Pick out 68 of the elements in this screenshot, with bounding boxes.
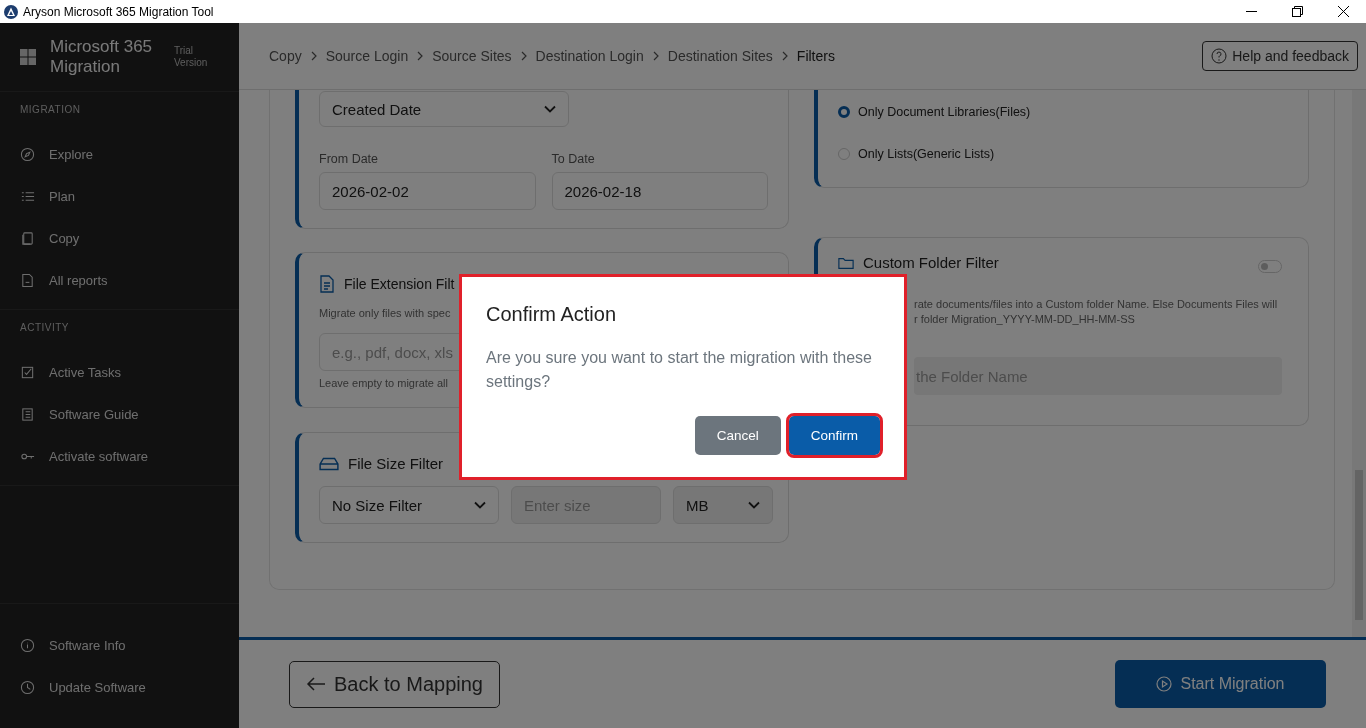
arrow-left-icon	[306, 677, 326, 691]
document-icon	[20, 272, 35, 288]
size-mode-select[interactable]: No Size Filter	[319, 486, 499, 524]
card-description: rate documents/files into a Custom folder Name. Else Documents Files will r folder Migration_YYYY-MM-DD_HH-MM-SS	[914, 297, 1279, 327]
restore-icon	[1291, 6, 1303, 17]
card-description: Migrate only files with spec	[319, 307, 451, 319]
breadcrumb[interactable]: Source Sites	[432, 48, 512, 64]
section-heading: MIGRATION	[19, 104, 82, 115]
edition-label: Trial Version	[174, 45, 209, 69]
chevron-right-icon	[519, 51, 528, 61]
back-button[interactable]: Back to Mapping	[289, 660, 500, 708]
chevron-right-icon	[651, 51, 660, 61]
clock-icon	[20, 679, 35, 695]
confirm-button[interactable]: Confirm	[788, 415, 880, 455]
chevron-down-icon	[544, 105, 556, 113]
breadcrumb[interactable]: Destination Login	[535, 48, 644, 64]
help-button[interactable]: Help and feedback	[1202, 41, 1358, 71]
info-icon	[20, 637, 35, 653]
cancel-button[interactable]: Cancel	[694, 415, 781, 455]
radio-option[interactable]: Only Lists(Generic Lists)	[838, 133, 1288, 175]
card-title: File Extension Filt	[344, 276, 455, 292]
card-title: File Size Filter	[348, 455, 444, 472]
toggle-switch[interactable]	[1258, 260, 1282, 273]
help-icon	[1211, 48, 1228, 64]
notebook-icon	[20, 406, 35, 422]
window-title: Aryson Microsoft 365 Migration Tool	[23, 4, 215, 19]
breadcrumb[interactable]: Filters	[796, 48, 835, 64]
field-hint: Leave empty to migrate all	[319, 377, 448, 389]
sidebar-item[interactable]: Update Software	[0, 666, 239, 708]
pages-icon	[20, 230, 35, 246]
sidebar-item[interactable]: Copy	[0, 217, 239, 259]
card-title: Custom Folder Filter	[863, 254, 999, 271]
dialog-message: Are you sure you want to start the migration with these settings?	[486, 347, 873, 392]
scrollbar[interactable]	[1352, 90, 1366, 637]
sidebar-item[interactable]: Software Info	[0, 624, 239, 666]
chevron-down-icon	[748, 501, 760, 509]
sidebar-item[interactable]: All reports	[0, 259, 239, 301]
chevron-right-icon	[416, 51, 425, 61]
drive-icon	[319, 456, 339, 471]
grid-icon	[20, 49, 36, 65]
dialog-title: Confirm Action	[486, 302, 618, 326]
play-icon	[1156, 676, 1173, 692]
chevron-right-icon	[780, 51, 789, 61]
sidebar-item[interactable]: Active Tasks	[0, 351, 239, 393]
app-logo-icon	[4, 4, 18, 19]
field-label: From Date	[319, 152, 380, 166]
from-date-field[interactable]: 2026-02-02	[319, 172, 536, 210]
section-heading: ACTIVITY	[19, 322, 70, 333]
start-migration-button[interactable]: Start Migration	[1115, 660, 1326, 708]
sidebar-item[interactable]: Plan	[0, 175, 239, 217]
breadcrumb[interactable]: Copy	[269, 48, 302, 64]
sidebar-item[interactable]: Activate software	[0, 435, 239, 477]
chevron-down-icon	[474, 501, 486, 509]
date-type-select[interactable]: Created Date	[319, 91, 569, 127]
document-icon	[319, 275, 335, 293]
radio-option[interactable]: Only Document Libraries(Files)	[838, 91, 1288, 133]
sidebar-item[interactable]: Explore	[0, 133, 239, 175]
radio-button[interactable]	[838, 106, 850, 118]
field-label: To Date	[551, 152, 596, 166]
chevron-right-icon	[309, 51, 318, 61]
close-icon	[1337, 6, 1349, 17]
compass-icon	[20, 146, 35, 162]
breadcrumb[interactable]: Source Login	[325, 48, 409, 64]
sidebar-item[interactable]: Software Guide	[0, 393, 239, 435]
to-date-field[interactable]: 2026-02-18	[551, 172, 768, 210]
checkbox-icon	[20, 364, 35, 380]
breadcrumb[interactable]: Destination Sites	[667, 48, 773, 64]
app-name: Microsoft 365 Migration	[50, 37, 154, 77]
